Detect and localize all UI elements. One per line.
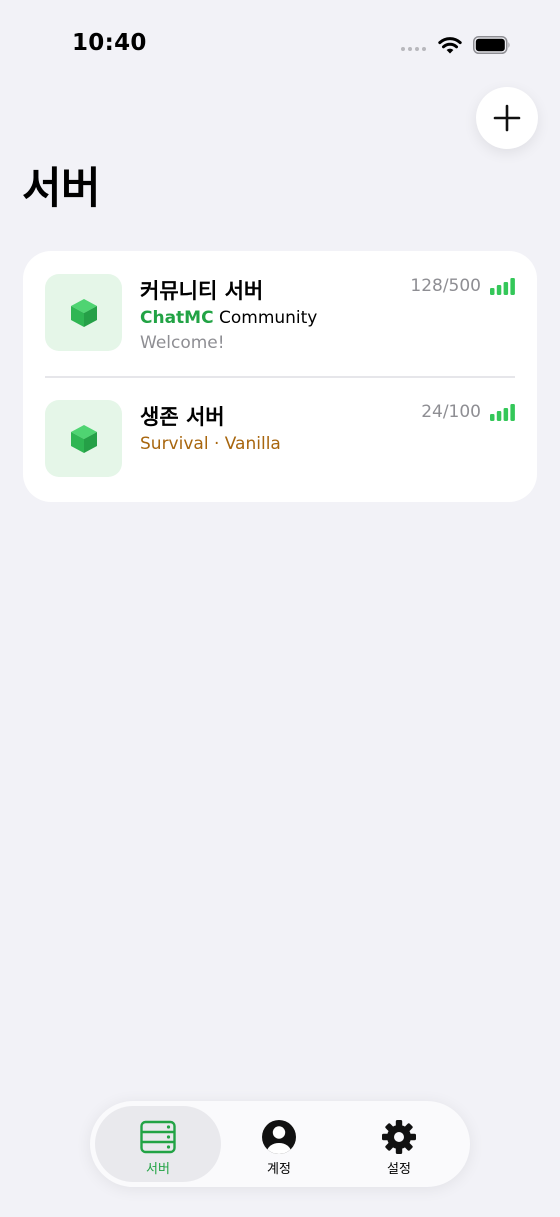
server-tags: Survival · Vanilla <box>140 434 281 454</box>
player-count: 128/500 <box>410 276 481 296</box>
server-row-survival[interactable]: 생존 서버 Survival · Vanilla 24/100 <box>23 377 537 503</box>
tab-account[interactable]: 계정 <box>216 1106 342 1182</box>
tab-label: 서버 <box>146 1162 170 1177</box>
cube-icon <box>70 298 97 327</box>
plus-icon <box>493 104 521 132</box>
server-description-text: Community <box>213 308 318 328</box>
server-name: 커뮤니티 서버 <box>140 279 264 303</box>
server-name: 생존 서버 <box>140 405 225 429</box>
server-row-community[interactable]: 커뮤니티 서버 ChatMC Community Welcome! 128/50… <box>23 251 537 377</box>
battery-icon <box>473 36 510 54</box>
server-thumbnail <box>45 274 122 351</box>
wifi-icon <box>438 37 462 54</box>
gear-icon <box>382 1120 416 1154</box>
signal-icon <box>401 47 426 51</box>
tab-bar: 서버 계정 설정 <box>90 1101 470 1187</box>
server-rack-icon <box>140 1120 176 1154</box>
page-title: 서버 <box>22 164 101 214</box>
ping-signal-icon <box>490 404 515 421</box>
server-description: ChatMC Community <box>140 308 317 328</box>
add-server-button[interactable] <box>476 87 538 149</box>
tab-label: 계정 <box>267 1162 291 1177</box>
ping-signal-icon <box>490 278 515 295</box>
cube-icon <box>70 424 97 453</box>
tab-servers[interactable]: 서버 <box>95 1106 221 1182</box>
server-thumbnail <box>45 400 122 477</box>
status-time: 10:40 <box>72 30 147 56</box>
tab-settings[interactable]: 설정 <box>336 1106 462 1182</box>
tab-label: 설정 <box>387 1162 411 1177</box>
status-bar: 10:40 <box>0 0 560 90</box>
player-count: 24/100 <box>421 402 481 422</box>
server-list: 커뮤니티 서버 ChatMC Community Welcome! 128/50… <box>23 251 537 502</box>
person-circle-icon <box>262 1120 296 1154</box>
server-motd: Welcome! <box>140 333 225 353</box>
server-brand: ChatMC <box>140 308 214 328</box>
